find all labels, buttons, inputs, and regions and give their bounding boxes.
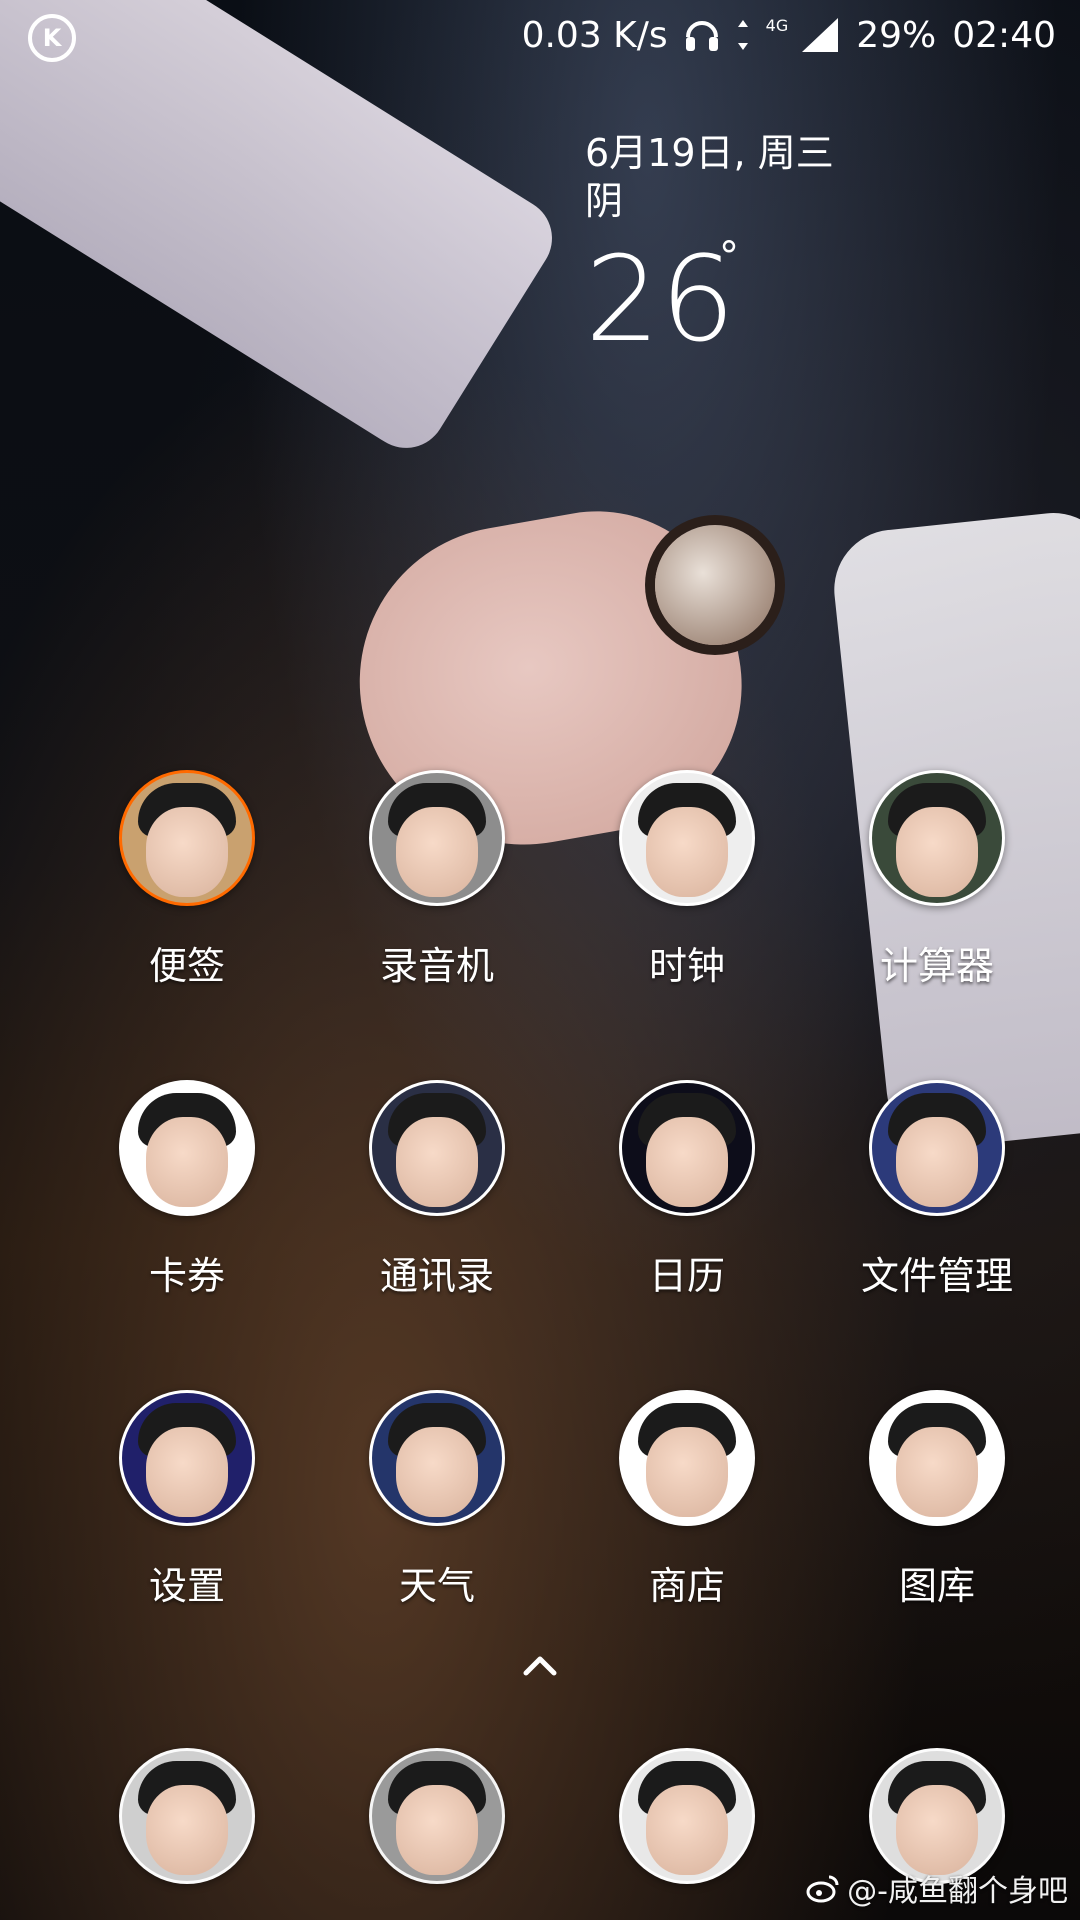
clock-time: 02:40 [952,14,1056,56]
app-avatar-icon [369,1390,505,1526]
app-avatar-icon [119,1080,255,1216]
app-avatar-icon [869,770,1005,906]
weather-condition: 阴 [585,179,624,223]
data-arrows-icon [736,18,750,52]
app-icon-recorder[interactable]: 录音机 [312,770,562,1080]
app-label: 通讯录 [379,1254,494,1298]
temperature-row: 26 ° [585,234,885,360]
app-label: 商店 [648,1564,725,1608]
temperature-value: 26 [585,230,736,368]
app-icon-gallery[interactable]: 图库 [812,1390,1062,1700]
app-icon-notes[interactable]: 便签 [62,770,312,1080]
app-label: 天气 [398,1564,475,1608]
app-icon-files[interactable]: 文件管理 [812,1080,1062,1390]
app-label: 录音机 [379,944,494,988]
app-label: 时钟 [648,944,725,988]
dock-app-1[interactable] [62,1748,312,1888]
app-drawer-chevron-up-icon[interactable] [520,1645,560,1685]
dock-app-3[interactable] [562,1748,812,1888]
weibo-watermark: @-咸鱼翻个身吧 [805,1866,1068,1910]
dock-avatar-icon [369,1748,505,1884]
app-icon-calendar[interactable]: 日历 [562,1080,812,1390]
app-icon-store[interactable]: 商店 [562,1390,812,1700]
wallpaper-watch [655,525,775,645]
weather-widget[interactable]: 6月19日, 周三 阴 26 ° [585,130,885,360]
app-icon-calculator[interactable]: 计算器 [812,770,1062,1080]
battery-percent: 29% [856,14,937,56]
app-avatar-icon [369,1080,505,1216]
app-label: 计算器 [879,944,994,988]
status-bar: K 0.03 K/s 4G 29% 02:40 [0,0,1080,70]
app-grid: 便签 录音机 时钟 计算器 卡券 通讯录 日历 文件管理 设置 天气 商店 图库 [62,770,1062,1700]
app-icon-settings[interactable]: 设置 [62,1390,312,1700]
app-icon-clock[interactable]: 时钟 [562,770,812,1080]
app-label: 文件管理 [860,1254,1013,1298]
app-label: 便签 [148,944,225,988]
dock-avatar-icon [869,1748,1005,1884]
status-right: 0.03 K/s 4G 29% 02:40 [522,10,1056,60]
app-icon-contacts[interactable]: 通讯录 [312,1080,562,1390]
degree-symbol: ° [719,234,739,280]
weather-date: 6月19日, 周三 [585,131,834,175]
app-avatar-icon [619,1390,755,1526]
app-icon-cards[interactable]: 卡券 [62,1080,312,1390]
app-label: 图库 [898,1564,975,1608]
weibo-icon [805,1873,841,1903]
app-avatar-icon [369,770,505,906]
app-avatar-icon [869,1390,1005,1526]
app-avatar-icon [119,770,255,906]
dock-avatar-icon [119,1748,255,1884]
headset-icon [684,15,720,55]
app-avatar-icon [869,1080,1005,1216]
app-avatar-icon [619,1080,755,1216]
dock-avatar-icon [619,1748,755,1884]
app-avatar-icon [619,770,755,906]
watermark-text: @-咸鱼翻个身吧 [847,1874,1068,1909]
app-label: 日历 [648,1254,725,1298]
app-label: 设置 [148,1564,225,1608]
signal-icon [798,16,840,54]
k-badge-icon: K [28,14,76,62]
dock-app-2[interactable] [312,1748,562,1888]
app-label: 卡券 [148,1254,225,1298]
network-type: 4G [765,15,789,35]
app-avatar-icon [119,1390,255,1526]
network-speed: 0.03 K/s [521,14,668,56]
